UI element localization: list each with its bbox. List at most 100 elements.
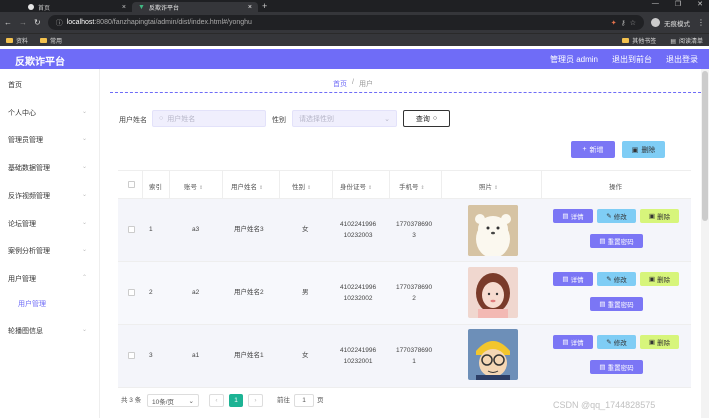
translate-icon[interactable]: ✦ [611, 19, 617, 27]
address-bar[interactable]: ⓘ localhost:8080/fanzhapingtai/admin/dis… [47, 15, 644, 30]
row-checkbox[interactable] [128, 352, 135, 359]
goto-page-input[interactable]: 1 [294, 394, 314, 407]
column-header-account[interactable]: 账号 ⇕ [184, 181, 203, 191]
bookmark-folder[interactable]: 资料 [6, 36, 28, 45]
sidebar-item-admin[interactable]: 管理员管理 [8, 135, 43, 145]
reset-password-button[interactable]: ▤ 重置密码 [590, 234, 643, 248]
delete-button[interactable]: ▣ 删除 [640, 209, 679, 223]
url-path: :8080/fanzhapingtai/admin/dist/index.htm… [94, 19, 252, 26]
maximize-icon[interactable]: ❐ [675, 0, 681, 8]
edit-button[interactable]: ✎ 修改 [597, 335, 636, 349]
chevron-down-icon: ⌄ [188, 397, 194, 405]
cell-index: 1 [149, 226, 153, 233]
select-all-checkbox[interactable] [128, 181, 135, 188]
cell-id-number: 4102241996 10232003 [340, 221, 377, 239]
forward-icon[interactable]: → [19, 18, 27, 27]
folder-icon [6, 38, 13, 44]
sort-icon[interactable]: ⇕ [494, 185, 498, 191]
chevron-down-icon: ⌄ [82, 192, 88, 198]
table-header: 索引 账号 ⇕ 用户姓名 ⇕ 性别 ⇕ 身份证号 ⇕ 手机号 ⇕ 照片 ⇕ 操作 [118, 170, 691, 199]
edit-button[interactable]: ✎ 修改 [597, 272, 636, 286]
column-header-photo: 照片 ⇕ [479, 184, 499, 191]
chevron-down-icon: ⌄ [82, 220, 88, 226]
close-tab-icon[interactable]: × [248, 4, 252, 11]
cell-index: 2 [149, 289, 153, 296]
doc-icon: ▤ [599, 238, 606, 245]
chevron-down-icon: ⌄ [82, 247, 88, 253]
sidebar-item-video[interactable]: 反诈视频管理 [8, 191, 50, 201]
breadcrumb-current: 用户 [358, 81, 373, 88]
sidebar-item-users[interactable]: 用户管理 [8, 274, 36, 284]
batch-delete-button[interactable]: ▣ 删除 [622, 141, 665, 158]
page-scrollbar[interactable] [701, 69, 709, 418]
prev-page-button[interactable]: ‹ [209, 394, 224, 407]
sort-icon[interactable]: ⇕ [259, 185, 263, 191]
edit-button[interactable]: ✎ 修改 [597, 209, 636, 223]
cell-phone: 1770378690 2 [396, 284, 433, 302]
scrollbar-thumb[interactable] [702, 71, 708, 221]
page-number-current[interactable]: 1 [229, 394, 243, 407]
divider [110, 92, 701, 93]
sort-icon[interactable]: ⇕ [421, 185, 425, 191]
sidebar-item-carousel[interactable]: 轮播图信息 [8, 326, 43, 336]
breadcrumb-home[interactable]: 首页 [333, 79, 347, 89]
gender-select[interactable]: 请选择性别 ⌄ [292, 110, 397, 127]
close-tab-icon[interactable]: × [122, 4, 126, 11]
reset-password-button[interactable]: ▤ 重置密码 [590, 297, 643, 311]
detail-button[interactable]: ▤ 详情 [553, 335, 593, 349]
sort-icon[interactable]: ⇕ [307, 185, 311, 191]
reading-list[interactable]: ▤ 阅读清单 [670, 36, 703, 45]
column-header-operations: 操作 [609, 184, 622, 191]
browser-tab-home[interactable]: 首页 × [22, 2, 132, 12]
sidebar-subitem-users[interactable]: 用户管理 [18, 299, 46, 309]
bookmark-folder[interactable]: 常用 [40, 36, 62, 45]
sidebar-item-personal-center[interactable]: 个人中心 [8, 108, 36, 118]
doc-icon: ▤ [599, 301, 606, 308]
column-header-name[interactable]: 用户姓名 ⇕ [231, 181, 263, 191]
pencil-icon: ✎ [606, 276, 612, 283]
bookmark-folder[interactable]: 其他书签 [622, 36, 656, 45]
row-checkbox[interactable] [128, 289, 135, 296]
sort-icon[interactable]: ⇕ [199, 185, 203, 191]
column-header-phone[interactable]: 手机号 ⇕ [399, 181, 425, 191]
sort-icon[interactable]: ⇕ [368, 185, 372, 191]
key-icon[interactable]: ⚷ [621, 19, 626, 27]
table-row: 2 a2 用户姓名2 男 4102241996 10232002 17703786… [118, 262, 691, 325]
doc-icon: ▤ [562, 276, 569, 283]
star-icon[interactable]: ☆ [630, 19, 636, 27]
page-size-select[interactable]: 10条/页 ⌄ [147, 394, 199, 407]
logout-link[interactable]: 退出登录 [666, 54, 698, 65]
next-page-button[interactable]: › [248, 394, 263, 407]
query-button[interactable]: 查询 ○ [403, 110, 450, 127]
sidebar-item-basic-data[interactable]: 基础数据管理 [8, 163, 50, 173]
menu-icon[interactable]: ⋮ [697, 18, 705, 27]
add-button[interactable]: + 新增 [571, 141, 615, 158]
sidebar-item-home[interactable]: 首页 [8, 80, 22, 90]
chevron-down-icon: ⌄ [82, 327, 88, 333]
chevron-down-icon: ⌄ [82, 164, 88, 170]
back-icon[interactable]: ← [4, 18, 12, 27]
sidebar-item-case-analysis[interactable]: 案例分析管理 [8, 246, 50, 256]
detail-button[interactable]: ▤ 详情 [553, 272, 593, 286]
sidebar-item-forum[interactable]: 论坛管理 [8, 219, 36, 229]
column-header-id-number[interactable]: 身份证号 ⇕ [340, 181, 372, 191]
delete-button[interactable]: ▣ 删除 [640, 272, 679, 286]
app-header: 反欺诈平台 管理员 admin 退出到前台 退出登录 [0, 49, 709, 69]
row-checkbox[interactable] [128, 226, 135, 233]
reload-icon[interactable]: ↻ [34, 18, 41, 27]
user-photo [468, 205, 518, 256]
name-search-input[interactable]: ○ 用户姓名 [152, 110, 266, 127]
reset-password-button[interactable]: ▤ 重置密码 [590, 360, 643, 374]
browser-tab-platform[interactable]: ▼ 反欺诈平台 × [132, 2, 258, 12]
incognito-indicator[interactable]: 无痕模式 [651, 18, 690, 28]
to-front-link[interactable]: 退出到前台 [612, 54, 652, 65]
gender-label: 性别 [272, 117, 286, 124]
close-window-icon[interactable]: ✕ [697, 0, 703, 8]
detail-button[interactable]: ▤ 详情 [553, 209, 593, 223]
window-controls: — ❐ ✕ [652, 0, 703, 8]
new-tab-button[interactable]: + [262, 1, 267, 11]
info-icon[interactable]: ⓘ [56, 18, 63, 28]
minimize-icon[interactable]: — [652, 0, 659, 8]
column-header-gender[interactable]: 性别 ⇕ [292, 181, 311, 191]
delete-button[interactable]: ▣ 删除 [640, 335, 679, 349]
